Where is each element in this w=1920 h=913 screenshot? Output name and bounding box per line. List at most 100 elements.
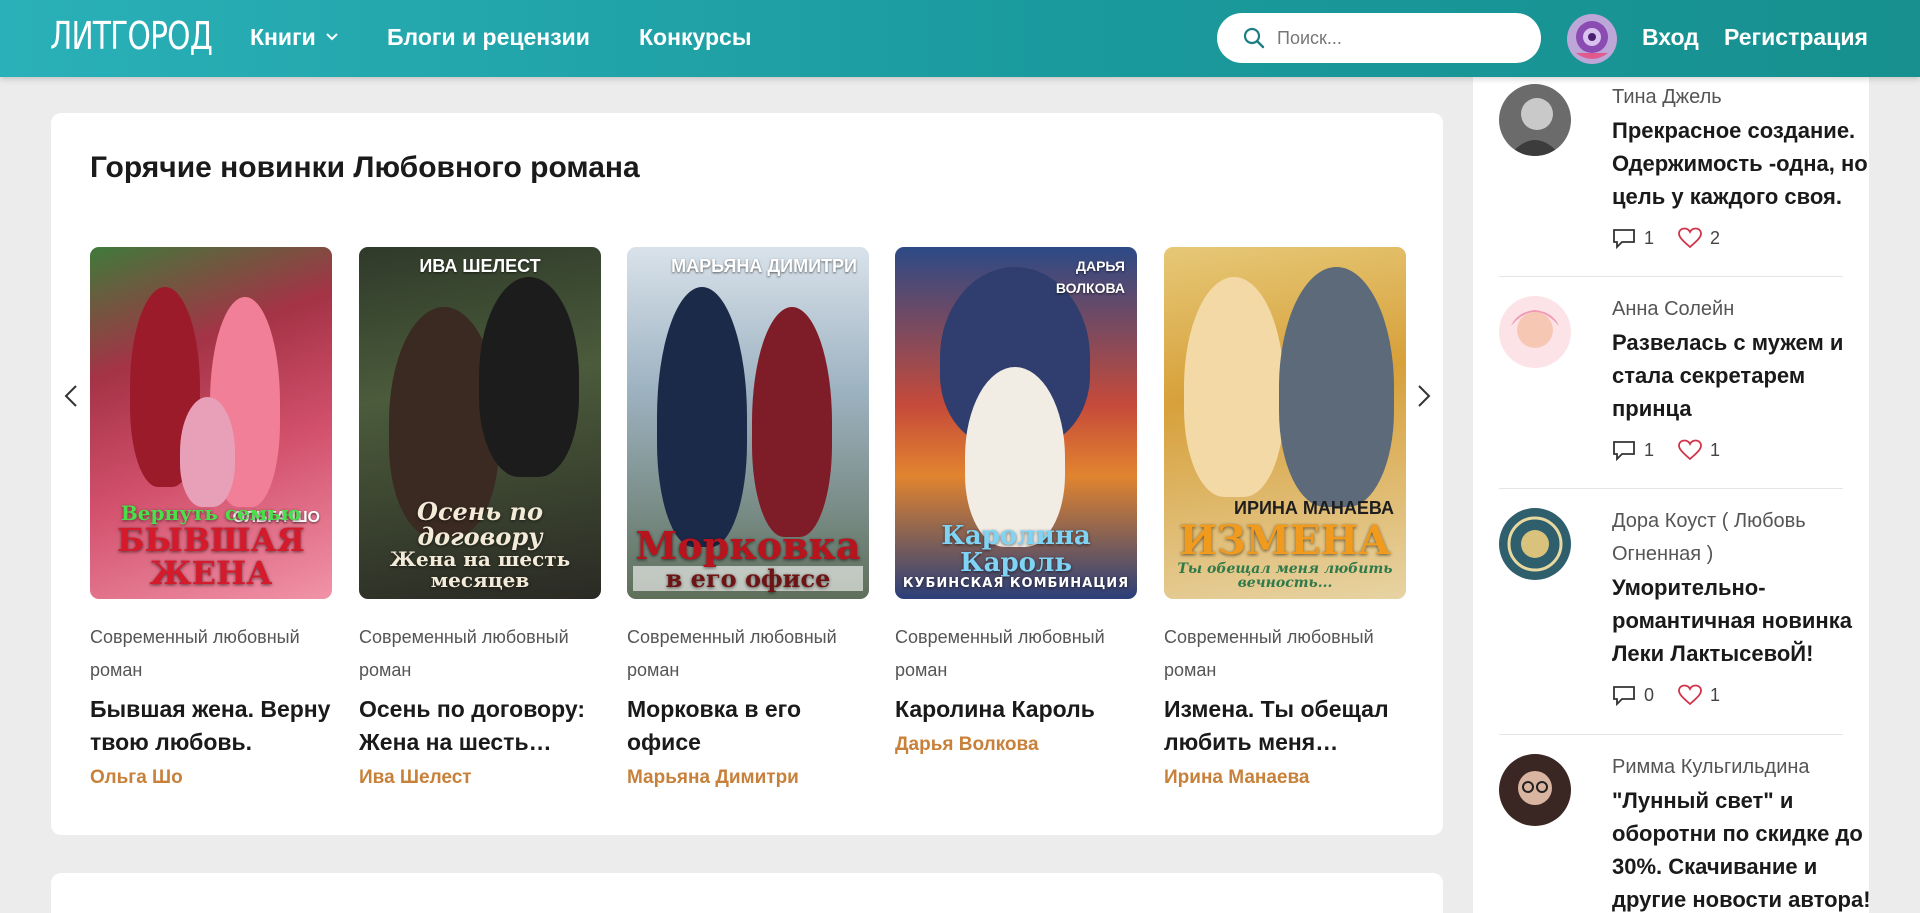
cover-title-block: ИЗМЕНА Ты обещал меня любить вечность... (1170, 516, 1400, 592)
post-stats: 0 1 (1612, 684, 1874, 706)
cover-title-block: Вернуть семью БЫВШАЯ ЖЕНА (96, 502, 326, 593)
nav-contests[interactable]: Конкурсы (639, 24, 751, 51)
post-author[interactable]: Анна Солейн (1612, 293, 1874, 326)
nav-books-label: Книги (250, 24, 316, 50)
likes-count: 1 (1710, 439, 1721, 460)
book-author[interactable]: Ирина Манаева (1164, 767, 1406, 789)
post-divider (1499, 734, 1843, 735)
cover-subtitle: Осень по договору (417, 496, 543, 551)
post-author[interactable]: Тина Джель (1612, 81, 1874, 114)
book-genre[interactable]: Современный любовный роман (90, 621, 332, 687)
post-stats: 1 2 (1612, 227, 1874, 249)
post-title[interactable]: Уморительно-романтичная новинка Леки Лак… (1612, 571, 1874, 670)
book-author[interactable]: Ольга Шо (90, 767, 332, 789)
comments-stat[interactable]: 0 (1612, 684, 1654, 706)
heart-icon (1678, 227, 1702, 249)
carousel-next-button[interactable] (1409, 371, 1439, 421)
book-title[interactable]: Каролина Кароль (895, 693, 1137, 726)
nav-books[interactable]: Книги (250, 24, 338, 51)
post-stats: 1 1 (1612, 439, 1874, 461)
mascot-avatar-icon[interactable] (1566, 13, 1618, 65)
comments-count: 0 (1644, 684, 1655, 705)
book-cover[interactable]: ОЛЬГА ШО Вернуть семью БЫВШАЯ ЖЕНА (90, 247, 332, 599)
cover-subtitle: ИЗМЕНА (1179, 516, 1391, 564)
login-link[interactable]: Вход (1642, 24, 1699, 51)
comments-count: 1 (1644, 227, 1655, 248)
book-card[interactable]: ОЛЬГА ШО Вернуть семью БЫВШАЯ ЖЕНА Совре… (90, 247, 332, 789)
cover-title: в его офисе (633, 566, 863, 591)
site-logo[interactable]: ЛИТГОРОД (50, 14, 213, 58)
likes-count: 2 (1710, 227, 1721, 248)
hot-new-romance-section: Горячие новинки Любовного романа ОЛЬГА Ш… (51, 113, 1443, 835)
comment-icon (1613, 229, 1635, 249)
post-author[interactable]: Дора Коуст ( Любовь Огненная ) (1612, 505, 1874, 571)
comments-stat[interactable]: 1 (1612, 439, 1654, 461)
post-title[interactable]: "Лунный свет" и оборотни по скидке до 30… (1612, 784, 1874, 913)
post-title[interactable]: Прекрасное создание. Одержимость -одна, … (1612, 114, 1874, 213)
register-link[interactable]: Регистрация (1724, 24, 1868, 51)
user-avatar[interactable] (1499, 508, 1571, 580)
post-divider (1499, 276, 1843, 277)
book-author[interactable]: Марьяна Димитри (627, 767, 869, 789)
cover-title: Ты обещал меня любить вечность... (1177, 560, 1393, 592)
search-icon (1243, 27, 1265, 49)
chevron-right-icon (1418, 385, 1431, 407)
nav-blogs[interactable]: Блоги и рецензии (387, 24, 590, 51)
cover-subtitle: Морковка (635, 522, 861, 568)
post-title[interactable]: Развелась с мужем и стала секретарем при… (1612, 326, 1874, 425)
book-card[interactable]: ИРИНА МАНАЕВА ИЗМЕНА Ты обещал меня люби… (1164, 247, 1406, 789)
heart-icon (1678, 439, 1702, 461)
book-genre[interactable]: Современный любовный роман (895, 621, 1137, 687)
book-title[interactable]: Бывшая жена. Верну твою любовь. (90, 693, 332, 759)
cover-author: ДАРЬЯ ВОЛКОВА (1055, 258, 1125, 296)
carousel-prev-button[interactable] (56, 371, 86, 421)
book-author[interactable]: Дарья Волкова (895, 734, 1137, 756)
section-title: Горячие новинки Любовного романа (90, 151, 640, 184)
comments-count: 1 (1644, 439, 1655, 460)
cover-title: КУБИНСКАЯ КОМБИНАЦИЯ (902, 576, 1130, 592)
book-card[interactable]: ИВА ШЕЛЕСТ Осень по договору Жена на шес… (359, 247, 601, 789)
book-card[interactable]: ДАРЬЯ ВОЛКОВА Каролина Кароль КУБИНСКАЯ … (895, 247, 1137, 756)
user-avatar[interactable] (1499, 84, 1571, 156)
cover-author: ИВА ШЕЛЕСТ (419, 256, 541, 276)
likes-stat[interactable]: 2 (1678, 227, 1720, 249)
chevron-left-icon (64, 385, 77, 407)
book-author[interactable]: Ива Шелест (359, 767, 601, 789)
site-header: ЛИТГОРОД Книги Блоги и рецензии Конкурсы… (0, 0, 1920, 77)
chevron-down-icon (326, 32, 338, 40)
cover-author: МАРЬЯНА ДИМИТРИ (671, 256, 857, 276)
comment-icon (1613, 686, 1635, 706)
cover-subtitle: Каролина Кароль (941, 520, 1091, 579)
likes-stat[interactable]: 1 (1678, 439, 1720, 461)
book-cover[interactable]: ИВА ШЕЛЕСТ Осень по договору Жена на шес… (359, 247, 601, 599)
cover-title-block: Осень по договору Жена на шесть месяцев (365, 496, 595, 592)
cover-author: ИРИНА МАНАЕВА (1234, 498, 1394, 518)
cover-title-block: Каролина Кароль КУБИНСКАЯ КОМБИНАЦИЯ (901, 520, 1131, 592)
blog-sidebar: Тина Джель Прекрасное создание. Одержимо… (1473, 77, 1871, 913)
user-avatar[interactable] (1499, 754, 1571, 826)
cover-title: БЫВШАЯ ЖЕНА (117, 520, 305, 593)
cover-title: Жена на шесть месяцев (389, 547, 571, 592)
book-cover[interactable]: ДАРЬЯ ВОЛКОВА Каролина Кароль КУБИНСКАЯ … (895, 247, 1137, 599)
comment-icon (1613, 441, 1635, 461)
heart-icon (1678, 684, 1702, 706)
book-genre[interactable]: Современный любовный роман (1164, 621, 1406, 687)
cover-title-block: Морковка в его офисе (633, 526, 863, 591)
user-avatar[interactable] (1499, 296, 1571, 368)
search-input[interactable] (1277, 27, 1517, 49)
post-divider (1499, 488, 1843, 489)
post-author[interactable]: Римма Кульгильдина (1612, 751, 1874, 784)
book-card[interactable]: МАРЬЯНА ДИМИТРИ Морковка в его офисе Сов… (627, 247, 869, 789)
book-cover[interactable]: ИРИНА МАНАЕВА ИЗМЕНА Ты обещал меня люби… (1164, 247, 1406, 599)
book-title[interactable]: Морковка в его офисе (627, 693, 869, 759)
likes-count: 1 (1710, 684, 1721, 705)
likes-stat[interactable]: 1 (1678, 684, 1720, 706)
book-cover[interactable]: МАРЬЯНА ДИМИТРИ Морковка в его офисе (627, 247, 869, 599)
comments-stat[interactable]: 1 (1612, 227, 1654, 249)
book-title[interactable]: Осень по договору: Жена на шесть месяцев (359, 693, 601, 759)
next-section-card (51, 873, 1443, 913)
book-genre[interactable]: Современный любовный роман (359, 621, 601, 687)
book-genre[interactable]: Современный любовный роман (627, 621, 869, 687)
search-box[interactable] (1217, 13, 1541, 63)
book-title[interactable]: Измена. Ты обещал любить меня вечность (1164, 693, 1406, 759)
